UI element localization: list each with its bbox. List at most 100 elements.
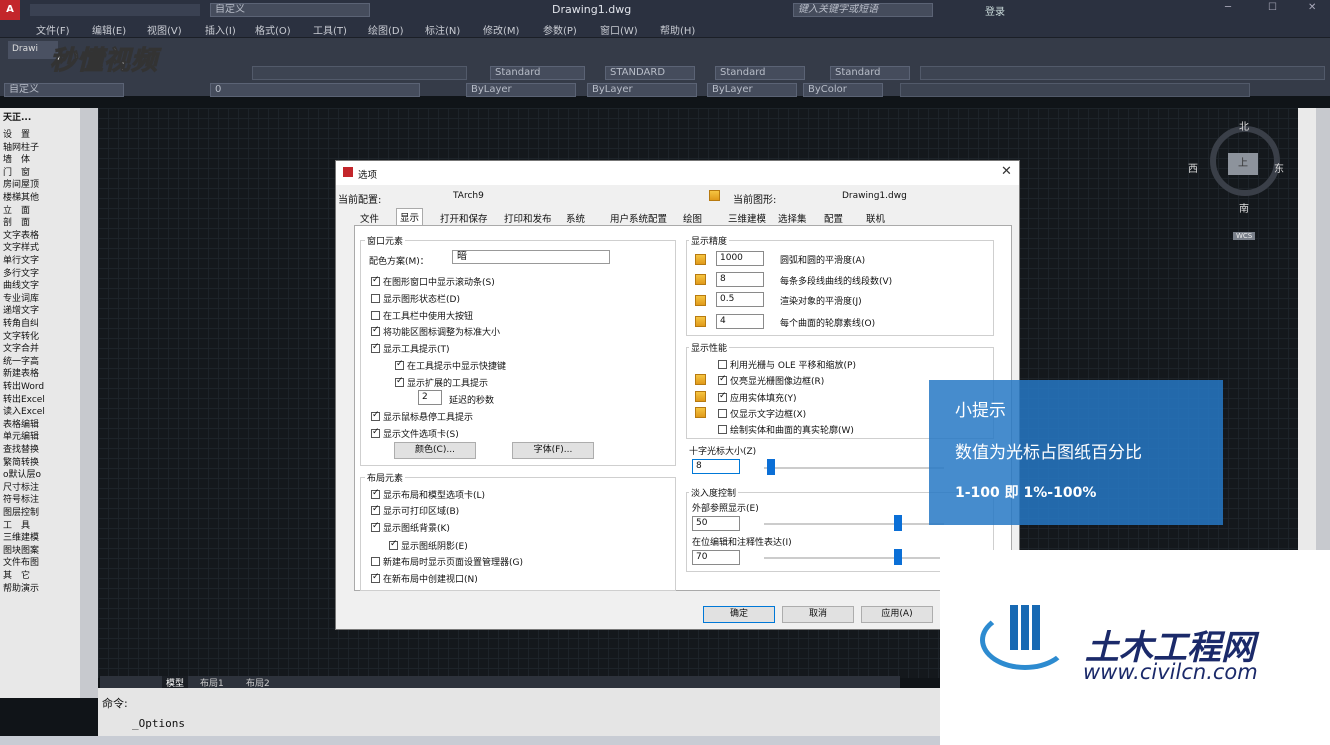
viewcube[interactable]: 北 南 东 西 上 WCS xyxy=(1188,118,1300,240)
panel-item[interactable]: 查找替换 xyxy=(3,442,39,455)
dialog-close-icon[interactable]: ✕ xyxy=(1001,164,1012,179)
linetype-combo[interactable]: ByLayer xyxy=(587,83,697,97)
plotstyle-combo[interactable]: ByColor xyxy=(803,83,883,97)
panel-item[interactable]: 轴网柱子 xyxy=(3,140,39,153)
app-logo[interactable]: A xyxy=(0,0,20,20)
check-layout-tabs[interactable]: 显示布局和模型选项卡(L) xyxy=(371,488,485,501)
check-paper-background[interactable]: 显示图纸背景(K) xyxy=(371,521,450,534)
workspace-combo[interactable]: 自定义 xyxy=(210,3,370,17)
compass-east[interactable]: 东 xyxy=(1274,160,1284,175)
polyline-segments-input[interactable]: 8 xyxy=(716,272,764,287)
panel-item[interactable]: 文件布图 xyxy=(3,555,39,568)
xref-slider[interactable] xyxy=(894,515,902,531)
viewcube-top[interactable]: 上 xyxy=(1228,153,1258,175)
lineweight-combo[interactable]: ByLayer xyxy=(707,83,797,97)
cancel-button[interactable]: 取消 xyxy=(782,606,854,623)
panel-item[interactable]: 单行文字 xyxy=(3,253,39,266)
panel-item[interactable]: o默认层o xyxy=(3,467,41,480)
check-status-bar[interactable]: 显示图形状态栏(D) xyxy=(371,292,460,305)
vertical-toolbar[interactable] xyxy=(80,108,98,698)
arc-smoothness-input[interactable]: 1000 xyxy=(716,251,764,266)
panel-item[interactable]: 曲线文字 xyxy=(3,278,39,291)
panel-item[interactable]: 专业词库 xyxy=(3,291,39,304)
xref-input[interactable]: 50 xyxy=(692,516,740,531)
panel-item[interactable]: 图块图案 xyxy=(3,543,39,556)
right-toolbar[interactable] xyxy=(1316,108,1330,558)
wcs-badge[interactable]: WCS xyxy=(1233,232,1256,240)
panel-item[interactable]: 剖 面 xyxy=(3,215,30,228)
panel-item[interactable]: 图层控制 xyxy=(3,505,39,518)
panel-item[interactable]: 单元编辑 xyxy=(3,429,39,442)
panel-item[interactable]: 递增文字 xyxy=(3,303,39,316)
colors-button[interactable]: 颜色(C)... xyxy=(394,442,476,459)
color-combo[interactable]: ByLayer xyxy=(466,83,576,97)
menu-help[interactable]: 帮助(H) xyxy=(660,22,695,37)
tab-selection[interactable]: 选择集 xyxy=(778,211,807,225)
panel-item[interactable]: 文字转化 xyxy=(3,329,39,342)
panel-item[interactable]: 新建表格 xyxy=(3,366,39,379)
tab-profiles[interactable]: 配置 xyxy=(824,211,843,225)
menu-draw[interactable]: 绘图(D) xyxy=(368,22,404,37)
menu-insert[interactable]: 插入(I) xyxy=(205,22,236,37)
check-paper-shadow[interactable]: 显示图纸阴影(E) xyxy=(389,539,468,552)
check-page-setup-manager[interactable]: 新建布局时显示页面设置管理器(G) xyxy=(371,555,523,568)
delay-input[interactable]: 2 xyxy=(418,390,442,405)
quick-access-toolbar[interactable] xyxy=(30,4,200,16)
contour-lines-input[interactable]: 4 xyxy=(716,314,764,329)
check-text-frame[interactable]: 仅显示文字边框(X) xyxy=(718,407,806,420)
check-tooltips[interactable]: 显示工具提示(T) xyxy=(371,342,450,355)
dim-style-combo[interactable]: STANDARD xyxy=(605,66,695,80)
menu-window[interactable]: 窗口(W) xyxy=(600,22,638,37)
menu-file[interactable]: 文件(F) xyxy=(36,22,70,37)
compass-west[interactable]: 西 xyxy=(1188,160,1198,175)
menu-view[interactable]: 视图(V) xyxy=(147,22,182,37)
check-rollover-tips[interactable]: 显示鼠标悬停工具提示 xyxy=(371,410,473,423)
panel-item[interactable]: 转出Word xyxy=(3,379,44,392)
draw-toolbar[interactable] xyxy=(920,66,1325,80)
panel-item[interactable]: 转角自纠 xyxy=(3,316,39,329)
layer-combo[interactable]: 0 xyxy=(210,83,420,97)
standard-toolbar[interactable] xyxy=(252,66,467,80)
table-style-combo[interactable]: Standard xyxy=(715,66,805,80)
check-true-silhouettes[interactable]: 绘制实体和曲面的真实轮廓(W) xyxy=(718,423,854,436)
panel-item[interactable]: 文字合并 xyxy=(3,341,39,354)
color-scheme-select[interactable]: 暗 xyxy=(452,250,610,264)
panel-item[interactable]: 转出Excel xyxy=(3,392,45,405)
panel-item[interactable]: 门 窗 xyxy=(3,165,30,178)
tab-drafting[interactable]: 绘图 xyxy=(683,211,702,225)
check-large-buttons[interactable]: 在工具栏中使用大按钮 xyxy=(371,309,473,322)
check-raster-pan[interactable]: 利用光栅与 OLE 平移和缩放(P) xyxy=(718,358,856,371)
check-scrollbars[interactable]: 在图形窗口中显示滚动条(S) xyxy=(371,275,495,288)
render-smoothness-input[interactable]: 0.5 xyxy=(716,292,764,307)
menu-params[interactable]: 参数(P) xyxy=(543,22,577,37)
command-input[interactable]: _Options xyxy=(132,717,185,730)
panel-item[interactable]: 符号标注 xyxy=(3,492,39,505)
panel-item[interactable]: 帮助演示 xyxy=(3,581,39,594)
login-link[interactable]: 登录 xyxy=(985,3,1005,18)
panel-item[interactable]: 立 面 xyxy=(3,203,30,216)
compass-north[interactable]: 北 xyxy=(1239,118,1249,133)
panel-item[interactable]: 读入Excel xyxy=(3,404,45,417)
apply-button[interactable]: 应用(A) xyxy=(861,606,933,623)
tab-3d-modeling[interactable]: 三维建模 xyxy=(728,211,766,225)
tab-open-save[interactable]: 打开和保存 xyxy=(440,211,488,225)
check-ribbon-icons[interactable]: 将功能区图标调整为标准大小 xyxy=(371,325,500,338)
panel-item[interactable]: 其 它 xyxy=(3,568,30,581)
modify-toolbar[interactable] xyxy=(900,83,1250,97)
tab-user-prefs[interactable]: 用户系统配置 xyxy=(610,211,667,225)
panel-item[interactable]: 三维建模 xyxy=(3,530,39,543)
menu-edit[interactable]: 编辑(E) xyxy=(92,22,126,37)
crosshair-input[interactable]: 8 xyxy=(692,459,740,474)
tab-files[interactable]: 文件 xyxy=(360,211,379,225)
tab-display[interactable]: 显示 xyxy=(396,208,424,225)
panel-item[interactable]: 繁简转换 xyxy=(3,455,39,468)
menu-dimension[interactable]: 标注(N) xyxy=(425,22,460,37)
tab-system[interactable]: 系统 xyxy=(566,211,585,225)
compass-south[interactable]: 南 xyxy=(1239,200,1249,215)
panel-item[interactable]: 文字表格 xyxy=(3,228,39,241)
panel-item[interactable]: 工 具 xyxy=(3,518,30,531)
panel-item[interactable]: 楼梯其他 xyxy=(3,190,39,203)
panel-item[interactable]: 表格编辑 xyxy=(3,417,39,430)
check-printable-area[interactable]: 显示可打印区域(B) xyxy=(371,504,459,517)
ok-button[interactable]: 确定 xyxy=(703,606,775,623)
